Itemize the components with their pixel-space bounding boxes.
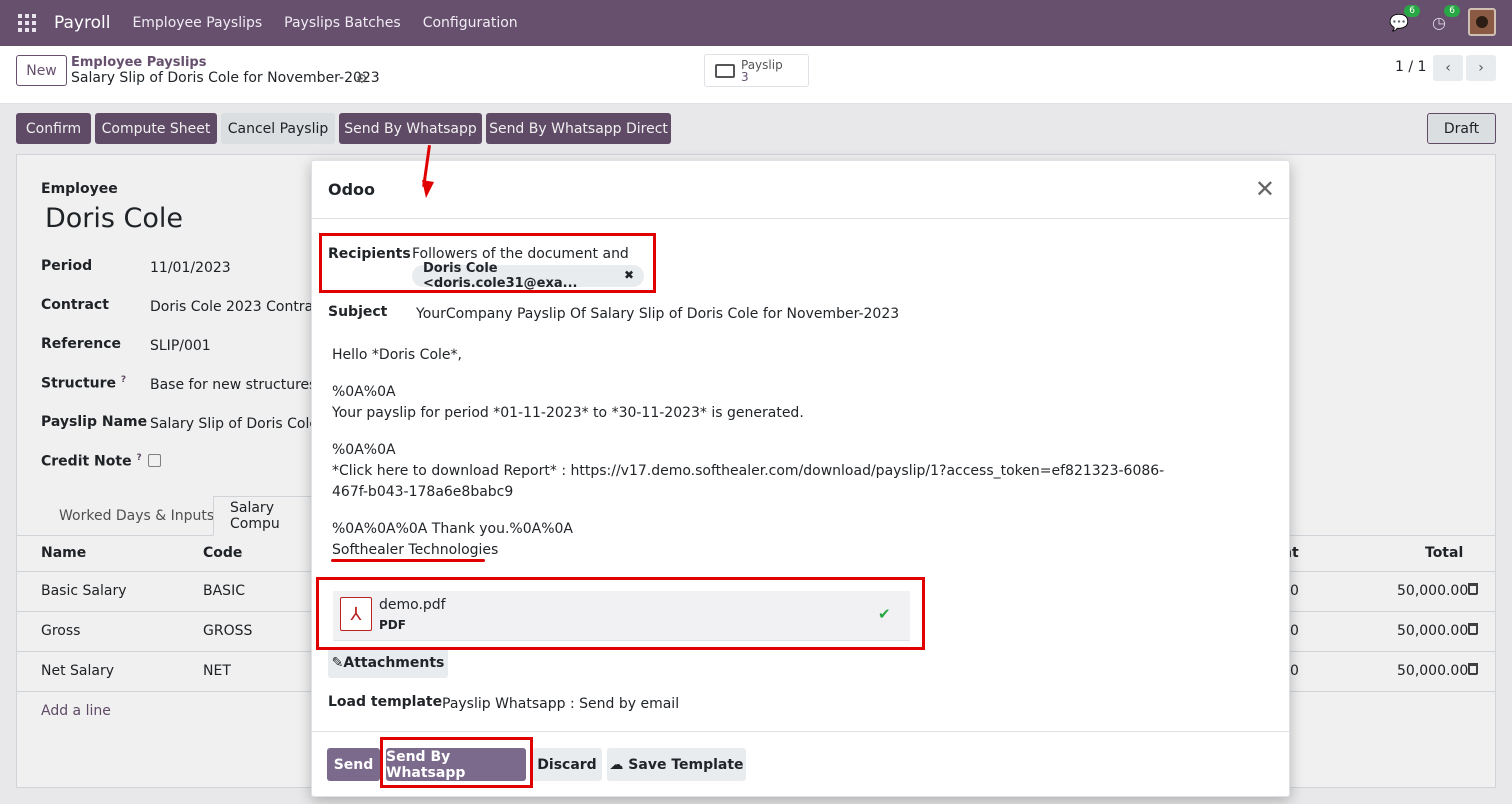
body-download-link: *Click here to download Report* : https:… bbox=[332, 463, 1165, 500]
subject-input[interactable]: YourCompany Payslip Of Salary Slip of Do… bbox=[416, 306, 899, 322]
breadcrumb[interactable]: Employee Payslips bbox=[71, 55, 206, 70]
body-line: %0A%0A%0A Thank you.%0A%0A bbox=[332, 521, 573, 537]
top-navbar: Payroll Employee Payslips Payslips Batch… bbox=[0, 0, 1512, 46]
activity-badge: 6 bbox=[1444, 5, 1460, 17]
dialog-title: Odoo bbox=[328, 180, 376, 199]
record-title: Salary Slip of Doris Cole for November-2… bbox=[71, 70, 380, 86]
menu-configuration[interactable]: Configuration bbox=[423, 15, 518, 31]
body-greeting: Hello *Doris Cole*, bbox=[332, 347, 462, 363]
save-template-button[interactable]: ☁ Save Template bbox=[607, 748, 746, 781]
pager-previous-button[interactable]: ‹ bbox=[1433, 55, 1463, 81]
control-panel: New Employee Payslips Salary Slip of Dor… bbox=[0, 46, 1512, 104]
activity-clock-icon[interactable]: ◷ 6 bbox=[1428, 5, 1460, 33]
attachments-label: Attachments bbox=[343, 654, 445, 671]
chat-icon[interactable]: 💬 6 bbox=[1388, 5, 1420, 33]
save-template-label: Save Template bbox=[628, 756, 744, 773]
smart-button-count: 3 bbox=[741, 69, 749, 84]
discard-button[interactable]: Discard bbox=[532, 748, 602, 781]
body-signature: Softhealer Technologies bbox=[332, 542, 499, 558]
body-line: Your payslip for period *01-11-2023* to … bbox=[332, 405, 804, 421]
annotation-underline-signature bbox=[331, 559, 485, 562]
attachments-button[interactable]: ✎ Attachments bbox=[328, 647, 448, 678]
load-template-select[interactable]: Payslip Whatsapp : Send by email bbox=[442, 696, 679, 712]
paperclip-icon: ✎ bbox=[331, 654, 344, 671]
load-template-label: Load template bbox=[328, 694, 443, 710]
annotation-arrow-head bbox=[422, 180, 434, 198]
user-avatar[interactable] bbox=[1468, 8, 1496, 36]
close-icon[interactable]: ✕ bbox=[1255, 177, 1275, 201]
annotation-box-send-whatsapp bbox=[380, 737, 533, 788]
app-brand[interactable]: Payroll bbox=[54, 13, 110, 33]
menu-employee-payslips[interactable]: Employee Payslips bbox=[132, 15, 262, 31]
pager-value[interactable]: 1 / 1 bbox=[1395, 59, 1426, 75]
pager-next-button[interactable]: › bbox=[1466, 55, 1496, 81]
dialog-header: Odoo ✕ bbox=[312, 161, 1289, 219]
smart-button-label: Payslip bbox=[741, 57, 783, 72]
subject-label: Subject bbox=[328, 304, 388, 320]
chat-badge: 6 bbox=[1404, 5, 1420, 17]
new-button[interactable]: New bbox=[16, 55, 67, 86]
send-button[interactable]: Send bbox=[327, 748, 380, 781]
body-line: %0A%0A bbox=[332, 442, 396, 458]
annotation-box-attachment bbox=[316, 577, 925, 650]
gear-icon[interactable]: ⚙ bbox=[356, 72, 368, 87]
apps-menu-icon[interactable] bbox=[18, 14, 36, 32]
payslip-smart-button[interactable]: Payslip 3 bbox=[704, 54, 809, 87]
menu-payslips-batches[interactable]: Payslips Batches bbox=[284, 15, 401, 31]
body-line: %0A%0A bbox=[332, 384, 396, 400]
cloud-upload-icon: ☁ bbox=[609, 756, 629, 773]
annotation-box-recipients bbox=[319, 233, 656, 293]
message-body-editor[interactable]: Hello *Doris Cole*, %0A%0A Your payslip f… bbox=[332, 345, 1192, 577]
money-icon bbox=[715, 63, 735, 78]
